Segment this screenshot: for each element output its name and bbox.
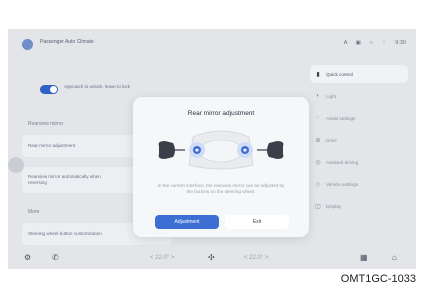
- figure-code: OMT1GC-1033: [340, 273, 416, 285]
- approach-unlock-toggle[interactable]: [40, 85, 58, 94]
- assist-icon: ◌: [316, 115, 320, 121]
- steering-button-label: Steering wheel button customization: [28, 231, 102, 236]
- assisted-driving-icon: ◎: [315, 159, 321, 166]
- fan-icon[interactable]: ✣: [208, 253, 215, 262]
- adjustment-button[interactable]: Adjustment: [155, 215, 219, 229]
- nav-item-light[interactable]: ◐ Light: [310, 87, 408, 105]
- mirror-adjust-dialog: Rear mirror adjustment ✱ ✱ In the curren…: [133, 97, 309, 237]
- right-nav-panel: ▮ Quick control ◐ Light ◌ Assist setting…: [310, 65, 414, 265]
- side-handle-icon[interactable]: [8, 157, 24, 173]
- nav-label: Assisted driving: [326, 159, 359, 165]
- quick-control-icon: ▮: [316, 71, 320, 78]
- nav-item-vehicle[interactable]: ◇ Vehicle settings: [310, 175, 408, 193]
- profile-label: Passenger Auto Climate: [40, 39, 94, 45]
- more-section-label: More: [28, 209, 40, 215]
- status-clock: 9:30: [395, 40, 406, 46]
- nav-item-assisted-driving[interactable]: ◎ Assisted driving: [310, 153, 408, 171]
- status-more-icon: ⋮: [381, 40, 387, 46]
- left-temperature[interactable]: < 22.0° >: [150, 255, 174, 261]
- apps-icon[interactable]: ▦: [360, 253, 368, 262]
- nav-label: Assist settings: [326, 115, 356, 121]
- nav-label: Light: [326, 93, 336, 99]
- status-circle-icon: ○: [369, 40, 373, 46]
- home-icon[interactable]: ⌂: [392, 253, 397, 262]
- drive-icon: ⊕: [315, 137, 321, 144]
- nav-label: Display: [326, 203, 342, 209]
- display-icon: ◫: [315, 203, 321, 210]
- left-mirror-icon: [158, 141, 185, 159]
- nav-item-display[interactable]: ◫ Display: [310, 197, 408, 215]
- car-mirror-illustration: ✱ ✱: [158, 130, 284, 170]
- nav-item-assist[interactable]: ◌ Assist settings: [310, 109, 408, 127]
- mirror-adjust-label: Rear mirror adjustment: [28, 143, 75, 148]
- auto-adjust-label: Rearview mirror automatically when rever…: [28, 174, 101, 185]
- status-a-icon: A: [343, 40, 348, 46]
- nav-label: Quick control: [326, 71, 353, 77]
- light-icon: ◐: [316, 93, 320, 99]
- exit-button[interactable]: Exit: [225, 215, 289, 229]
- status-icons: A ▣ ○ ⋮ 9:30: [337, 40, 406, 46]
- nav-label: Vehicle settings: [326, 181, 358, 187]
- dialog-title: Rear mirror adjustment: [187, 110, 255, 117]
- settings-gear-icon[interactable]: ⚙: [24, 253, 31, 262]
- right-mirror-icon: [257, 141, 284, 159]
- infotainment-screen: Passenger Auto Climate A ▣ ○ ⋮ 9:30 Appr…: [8, 29, 416, 269]
- approach-unlock-label: Approach to unlock, leave to lock: [64, 84, 131, 89]
- nav-item-drive[interactable]: ⊕ Drive: [310, 131, 408, 149]
- right-temperature[interactable]: < 22.0° >: [244, 255, 268, 261]
- phone-icon[interactable]: ✆: [52, 253, 59, 262]
- dialog-description: In the current interface, the rearview m…: [157, 183, 285, 195]
- bottom-bar: ⚙ ✆ < 22.0° > ✣ < 22.0° > ▦ ⌂: [8, 247, 416, 269]
- rearview-section-label: Rearview mirror: [28, 121, 64, 127]
- nav-label: Drive: [326, 137, 337, 143]
- vehicle-icon: ◇: [315, 181, 321, 188]
- nav-item-quick-control[interactable]: ▮ Quick control: [310, 65, 408, 83]
- status-screen-icon: ▣: [355, 40, 361, 46]
